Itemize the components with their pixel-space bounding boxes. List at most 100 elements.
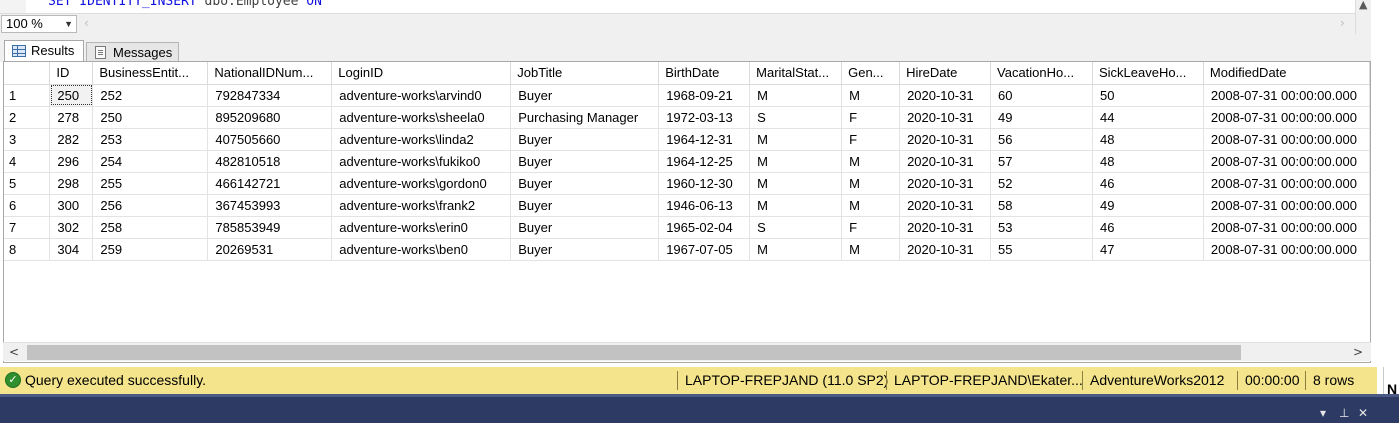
- grid-cell[interactable]: Buyer: [510, 84, 660, 107]
- table-row[interactable]: 7 302 258 785853949 adventure-works\erin0 Buy…: [4, 216, 1370, 239]
- grid-cell[interactable]: 2008-07-31 00:00:00.000: [1203, 128, 1370, 151]
- grid-cell[interactable]: 300: [49, 194, 94, 217]
- grid-cell[interactable]: 1960-12-30: [658, 172, 751, 195]
- row-number[interactable]: 6: [4, 194, 51, 217]
- grid-cell[interactable]: M: [841, 150, 901, 173]
- close-icon[interactable]: ✕: [1358, 406, 1368, 420]
- grid-cell[interactable]: 895209680: [207, 106, 333, 129]
- row-number[interactable]: 4: [4, 150, 51, 173]
- row-number[interactable]: 5: [4, 172, 51, 195]
- grid-cell[interactable]: M: [749, 128, 843, 151]
- grid-cell[interactable]: F: [841, 106, 901, 129]
- query-editor[interactable]: SET IDENTITY_INSERT dbo.Employee ON: [0, 0, 1355, 13]
- grid-cell[interactable]: 20269531: [207, 238, 333, 261]
- column-header[interactable]: VacationHo...: [990, 62, 1093, 85]
- grid-cell[interactable]: S: [749, 106, 843, 129]
- grid-cell[interactable]: 48: [1092, 150, 1204, 173]
- grid-cell[interactable]: Buyer: [510, 172, 660, 195]
- grid-cell[interactable]: 254: [92, 150, 209, 173]
- chevron-up-icon[interactable]: ▲: [1359, 0, 1367, 11]
- grid-corner-cell[interactable]: [4, 62, 51, 85]
- results-grid-panel[interactable]: ID BusinessEntit... NationalIDNum... Log…: [3, 61, 1371, 363]
- grid-cell[interactable]: 2020-10-31: [899, 84, 992, 107]
- grid-cell[interactable]: 2008-07-31 00:00:00.000: [1203, 216, 1370, 239]
- grid-cell[interactable]: 2008-07-31 00:00:00.000: [1203, 172, 1370, 195]
- column-header[interactable]: ModifiedDate: [1203, 62, 1370, 85]
- grid-cell[interactable]: M: [749, 150, 843, 173]
- pin-icon[interactable]: ⊥: [1339, 406, 1349, 420]
- grid-cell[interactable]: adventure-works\erin0: [331, 216, 512, 239]
- grid-cell[interactable]: 50: [1092, 84, 1204, 107]
- grid-cell[interactable]: adventure-works\gordon0: [331, 172, 512, 195]
- grid-cell[interactable]: adventure-works\sheela0: [331, 106, 512, 129]
- grid-cell[interactable]: 2020-10-31: [899, 172, 992, 195]
- grid-cell[interactable]: M: [749, 172, 843, 195]
- grid-cell[interactable]: S: [749, 216, 843, 239]
- editor-vertical-scrollbar[interactable]: ▲: [1355, 0, 1371, 34]
- grid-cell[interactable]: M: [749, 194, 843, 217]
- grid-cell[interactable]: 1968-09-21: [658, 84, 751, 107]
- grid-cell[interactable]: F: [841, 128, 901, 151]
- grid-cell[interactable]: 785853949: [207, 216, 333, 239]
- chevron-right-icon[interactable]: >: [1353, 345, 1363, 359]
- row-number[interactable]: 1: [4, 84, 51, 107]
- table-row[interactable]: 2 278 250 895209680 adventure-works\sheela0 P…: [4, 106, 1370, 129]
- grid-cell[interactable]: 2008-07-31 00:00:00.000: [1203, 194, 1370, 217]
- grid-cell[interactable]: adventure-works\frank2: [331, 194, 512, 217]
- tab-messages[interactable]: Messages: [86, 42, 179, 62]
- column-header[interactable]: NationalIDNum...: [207, 62, 333, 85]
- grid-cell[interactable]: 56: [990, 128, 1093, 151]
- grid-cell[interactable]: 2020-10-31: [899, 216, 992, 239]
- chevron-left-icon[interactable]: ‹: [84, 16, 89, 30]
- zoom-select[interactable]: 100 % ▼: [1, 15, 77, 33]
- column-header[interactable]: BirthDate: [658, 62, 751, 85]
- column-header[interactable]: LoginID: [331, 62, 512, 85]
- grid-cell[interactable]: Buyer: [510, 238, 660, 261]
- dropdown-arrow-icon[interactable]: ▾: [1320, 406, 1326, 420]
- grid-cell[interactable]: 304: [49, 238, 94, 261]
- table-row[interactable]: 6 300 256 367453993 adventure-works\frank2 Bu…: [4, 194, 1370, 217]
- grid-cell[interactable]: 2008-07-31 00:00:00.000: [1203, 238, 1370, 261]
- grid-cell[interactable]: 48: [1092, 128, 1204, 151]
- table-row[interactable]: 5 298 255 466142721 adventure-works\gordon0 B…: [4, 172, 1370, 195]
- row-number[interactable]: 8: [4, 238, 51, 261]
- grid-cell[interactable]: 253: [92, 128, 209, 151]
- grid-cell[interactable]: M: [749, 84, 843, 107]
- grid-cell[interactable]: 296: [49, 150, 94, 173]
- chevron-right-icon[interactable]: ›: [1340, 16, 1345, 30]
- grid-cell[interactable]: 2020-10-31: [899, 128, 992, 151]
- grid-cell[interactable]: 1946-06-13: [658, 194, 751, 217]
- grid-cell[interactable]: 367453993: [207, 194, 333, 217]
- row-number[interactable]: 2: [4, 106, 51, 129]
- grid-cell[interactable]: 1965-02-04: [658, 216, 751, 239]
- grid-cell[interactable]: adventure-works\ben0: [331, 238, 512, 261]
- grid-cell[interactable]: M: [841, 194, 901, 217]
- dropdown-arrow-icon[interactable]: ▼: [64, 16, 73, 32]
- grid-cell[interactable]: 255: [92, 172, 209, 195]
- grid-cell[interactable]: 2020-10-31: [899, 106, 992, 129]
- grid-cell[interactable]: 2008-07-31 00:00:00.000: [1203, 84, 1370, 107]
- grid-cell[interactable]: 256: [92, 194, 209, 217]
- column-header[interactable]: SickLeaveHo...: [1092, 62, 1204, 85]
- grid-cell[interactable]: 44: [1092, 106, 1204, 129]
- grid-cell[interactable]: Buyer: [510, 216, 660, 239]
- grid-cell[interactable]: 250: [92, 106, 209, 129]
- grid-cell[interactable]: 278: [49, 106, 94, 129]
- grid-cell[interactable]: M: [841, 84, 901, 107]
- grid-cell[interactable]: 298: [49, 172, 94, 195]
- grid-cell[interactable]: Buyer: [510, 150, 660, 173]
- grid-cell[interactable]: 282: [49, 128, 94, 151]
- grid-cell[interactable]: Buyer: [510, 194, 660, 217]
- grid-cell[interactable]: 49: [1092, 194, 1204, 217]
- column-header[interactable]: Gen...: [841, 62, 901, 85]
- grid-cell[interactable]: 2008-07-31 00:00:00.000: [1203, 106, 1370, 129]
- grid-cell[interactable]: 2020-10-31: [899, 194, 992, 217]
- grid-cell[interactable]: 259: [92, 238, 209, 261]
- grid-cell[interactable]: Purchasing Manager: [510, 106, 660, 129]
- table-row[interactable]: 8 304 259 20269531 adventure-works\ben0 Buyer…: [4, 238, 1370, 261]
- grid-cell[interactable]: 52: [990, 172, 1093, 195]
- table-row[interactable]: 1 250 252 792847334 adventure-works\arvind0 B…: [4, 84, 1370, 107]
- table-row[interactable]: 4 296 254 482810518 adventure-works\fukiko0 B…: [4, 150, 1370, 173]
- grid-cell[interactable]: 46: [1092, 216, 1204, 239]
- grid-cell[interactable]: 250: [49, 84, 94, 107]
